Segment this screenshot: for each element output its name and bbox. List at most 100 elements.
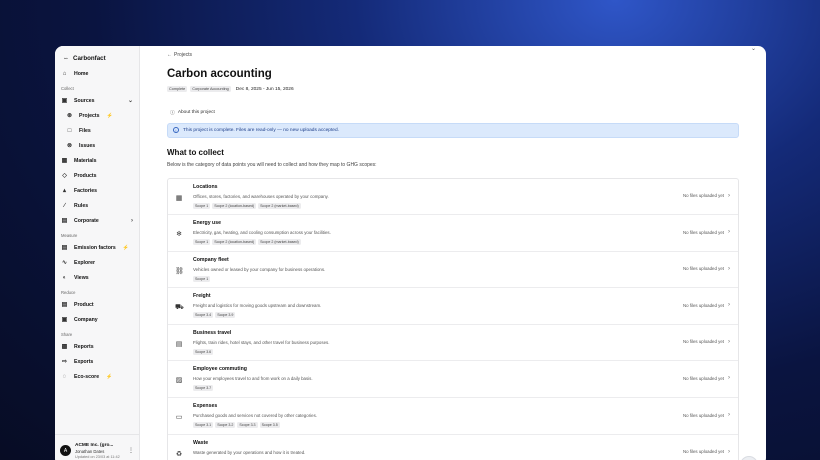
upload-status: No files uploaded yet › [683,266,730,272]
sidebar-item-sources[interactable]: ▣ Sources ⌄ [55,93,139,108]
files-icon: □ [67,127,72,134]
views-icon: ◐ [62,274,67,281]
sidebar-item-company[interactable]: ▣ Company [55,312,139,327]
lightning-icon: ⚡ [106,373,113,380]
upload-status: No files uploaded yet › [683,339,730,345]
category-body: Expenses Purchased goods and services no… [193,403,732,429]
projects-icon: ⊛ [66,113,73,119]
sidebar-item-label: Materials [74,157,97,164]
category-list: ▦ Locations Offices, stores, factories, … [167,177,739,460]
sidebar-item-factories[interactable]: ▴ Factories [55,183,139,198]
sidebar-item-product[interactable]: ▤ Product [55,297,139,312]
sidebar: ⇔ Carbonfact ⌂ Home Collect ▣ Sources ⌄ … [55,46,140,460]
scope-tag: Scope 3.3 [237,422,258,429]
upload-status-text: No files uploaded yet [682,193,724,198]
category-body: Freight Freight and logistics for moving… [193,293,732,319]
credit-card-icon: ▭ [175,414,183,422]
upload-status-text: No files uploaded yet [682,449,724,455]
category-row[interactable]: ▭ Expenses Purchased goods and services … [168,398,738,435]
sidebar-item-label: Views [74,274,89,281]
sidebar-item-label: Home [74,70,89,77]
building-icon: ▦ [175,194,183,202]
scope-tags: Scope 1 Scope 2 (location-based) Scope 2 (… [193,239,732,246]
scope-tag: Scope 1 [193,275,211,282]
category-row[interactable]: ▦ Locations Offices, stores, factories, … [168,179,738,216]
more-vertical-icon[interactable]: ⋮ [128,447,134,454]
scope-tag: Scope 3.1 [193,422,214,429]
category-description: How your employees travel to and from wo… [193,376,313,382]
category-description: Waste generated by your operations and h… [193,449,306,455]
sidebar-item-issues[interactable]: ⊗ Issues [55,138,139,153]
sidebar-item-views[interactable]: ◐ Views [55,270,139,285]
category-row[interactable]: ⛓ Company fleet Vehicles owned or leased… [168,252,738,289]
chevron-right-icon: › [728,338,730,345]
help-button[interactable] [740,456,758,460]
category-row[interactable]: ▤ Business travel Flights, train rides, … [168,325,738,362]
upload-status-text: No files uploaded yet [682,266,724,272]
sidebar-item-rules[interactable]: ∕ Rules [55,198,139,213]
account-name: ACME Inc. (gro... [75,442,114,448]
scope-tag: Scope 2 (market-based) [258,202,301,209]
info-icon: ⓘ [170,110,175,116]
scope-tag: Scope 3.2 [215,422,236,429]
sidebar-item-label: Exports [74,358,94,365]
chevron-down-icon[interactable]: ⌄ [751,46,756,52]
upload-status: No files uploaded yet › [683,449,730,455]
sidebar-item-explorer[interactable]: ∿ Explorer [55,255,139,270]
home-icon: ⌂ [62,70,67,77]
category-body: Employee commuting How your employees tr… [193,366,732,392]
chevron-right-icon: › [728,229,730,236]
category-description: Flights, train rides, hotel stays, and o… [193,339,330,345]
category-name: Employee commuting [193,366,247,373]
rules-icon: ∕ [63,202,65,209]
sidebar-item-products[interactable]: ◇ Products [55,168,139,183]
arrow-left-icon: ← [167,52,172,58]
category-row[interactable]: ❄ Energy use Electricity, gas, heating, … [168,215,738,252]
reports-icon: ▩ [61,344,68,350]
info-banner: i This project is complete. Files are re… [167,122,739,138]
sidebar-item-materials[interactable]: ▦ Materials [55,153,139,168]
section-label-reduce: Reduce [61,290,76,295]
sidebar-item-eco-score[interactable]: ◌ Eco-score ⚡ [55,369,139,384]
about-project-button[interactable]: ⓘ About this project [167,107,218,117]
lightning-icon: ⚡ [122,244,130,251]
category-row[interactable]: ♻ Waste Waste generated by your operatio… [168,435,738,460]
sidebar-item-exports[interactable]: ⇨ Exports [55,354,139,369]
sources-icon: ▣ [61,98,68,104]
project-meta: Complete Corporate Accounting Dec 8, 202… [167,85,739,93]
category-name: Freight [193,293,211,300]
page-title: Carbon accounting [167,68,272,80]
category-description: Offices, stores, factories, and warehous… [193,193,329,199]
sidebar-item-projects[interactable]: ⊛ Projects ⚡ [55,108,139,123]
account-switcher[interactable]: A ACME Inc. (gro... Jonathan Dates Updat… [55,434,139,460]
scope-tag: Scope 3.6 [193,348,214,355]
recycle-icon: ♻ [175,450,183,458]
truck-icon: ⛟ [175,304,184,312]
upload-status-text: No files uploaded yet [682,339,724,345]
chevron-right-icon: › [728,265,730,272]
sidebar-item-label: Corporate [74,217,99,224]
category-name: Waste [193,439,209,446]
materials-icon: ▦ [61,158,68,164]
product-icon: ▤ [61,302,68,308]
brand[interactable]: ⇔ Carbonfact [55,51,139,66]
category-body: Business travel Flights, train rides, ho… [193,330,732,355]
sidebar-item-label: Explorer [74,259,96,266]
upload-status: No files uploaded yet › [683,193,730,199]
sidebar-item-label: Emission factors [74,244,116,251]
sidebar-item-files[interactable]: □ Files [55,123,139,138]
flame-icon: ❄ [176,231,182,239]
category-row[interactable]: ▨ Employee commuting How your employees … [168,361,738,399]
section-description: Below is the category of data points you… [167,161,377,168]
category-row[interactable]: ⛟ Freight Freight and logistics for movi… [168,288,738,325]
sidebar-item-emission-factors[interactable]: ▤ Emission factors ⚡ [55,240,139,255]
sidebar-item-corporate[interactable]: ▤ Corporate › [55,213,139,228]
sidebar-item-home[interactable]: ⌂ Home [55,66,139,81]
sidebar-item-label: Company [74,316,98,323]
sidebar-item-label: Factories [74,187,98,194]
back-link[interactable]: ← Projects [167,50,739,60]
chevron-right-icon: › [728,375,730,382]
chevron-right-icon: › [728,302,730,309]
sidebar-item-label: Eco-score [74,373,100,380]
sidebar-item-reports[interactable]: ▩ Reports [55,339,139,354]
